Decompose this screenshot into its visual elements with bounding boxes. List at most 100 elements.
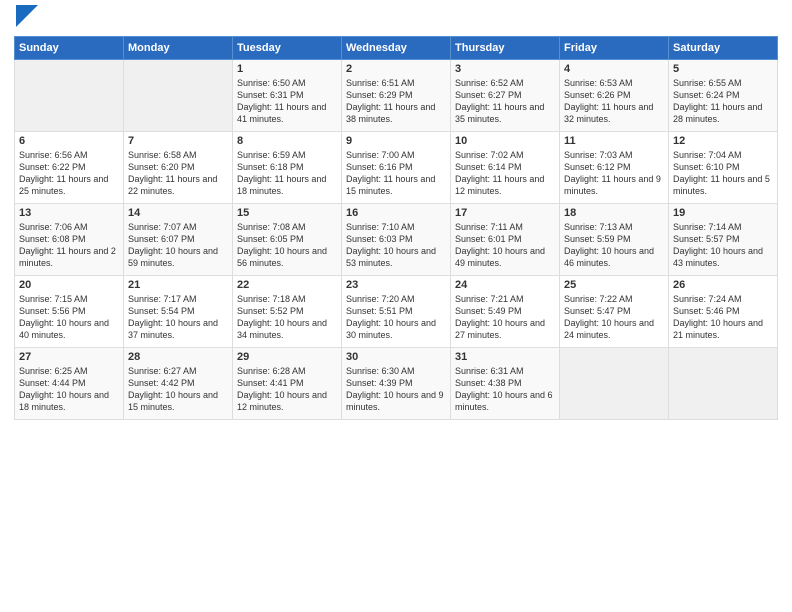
- calendar-cell: 19Sunrise: 7:14 AM Sunset: 5:57 PM Dayli…: [669, 203, 778, 275]
- calendar-cell: [669, 347, 778, 419]
- calendar-cell: 30 Sunrise: 6:30 AM Sunset: 4:39 PM Dayli…: [342, 347, 451, 419]
- day-content: Sunrise: 6:25 AM Sunset: 4:44 PM Dayligh…: [19, 365, 119, 414]
- calendar-week-1: 1 Sunrise: 6:50 AM Sunset: 6:31 PM Daylig…: [15, 59, 778, 131]
- day-content: Sunrise: 6:55 AM Sunset: 6:24 PM Dayligh…: [673, 77, 773, 126]
- day-number: 7: [128, 135, 228, 147]
- calendar-cell: 18 Sunrise: 7:13 AM Sunset: 5:59 PM Dayli…: [560, 203, 669, 275]
- calendar-cell: 22Sunrise: 7:18 AM Sunset: 5:52 PM Dayli…: [233, 275, 342, 347]
- day-content: Sunrise: 7:18 AM Sunset: 5:52 PM Dayligh…: [237, 293, 337, 342]
- day-number: 5: [673, 63, 773, 75]
- day-content: Sunrise: 7:06 AM Sunset: 6:08 PM Dayligh…: [19, 221, 119, 270]
- calendar-cell: [15, 59, 124, 131]
- day-content: Sunrise: 6:30 AM Sunset: 4:39 PM Dayligh…: [346, 365, 446, 414]
- day-number: 11: [564, 135, 664, 147]
- day-number: 21: [128, 279, 228, 291]
- day-number: 24: [455, 279, 555, 291]
- day-number: 6: [19, 135, 119, 147]
- day-number: 4: [564, 63, 664, 75]
- calendar-cell: 3 Sunrise: 6:52 AM Sunset: 6:27 PM Daylig…: [451, 59, 560, 131]
- calendar-cell: 9Sunrise: 7:00 AM Sunset: 6:16 PM Daylig…: [342, 131, 451, 203]
- day-header-monday: Monday: [124, 36, 233, 59]
- day-number: 17: [455, 207, 555, 219]
- calendar-cell: 11 Sunrise: 7:03 AM Sunset: 6:12 PM Dayli…: [560, 131, 669, 203]
- day-number: 14: [128, 207, 228, 219]
- calendar-cell: [124, 59, 233, 131]
- day-content: Sunrise: 7:17 AM Sunset: 5:54 PM Dayligh…: [128, 293, 228, 342]
- calendar-cell: 15 Sunrise: 7:08 AM Sunset: 6:05 PM Dayli…: [233, 203, 342, 275]
- day-content: Sunrise: 6:50 AM Sunset: 6:31 PM Dayligh…: [237, 77, 337, 126]
- day-header-friday: Friday: [560, 36, 669, 59]
- calendar-week-3: 13 Sunrise: 7:06 AM Sunset: 6:08 PM Dayli…: [15, 203, 778, 275]
- day-number: 31: [455, 351, 555, 363]
- day-number: 26: [673, 279, 773, 291]
- calendar-cell: 12 Sunrise: 7:04 AM Sunset: 6:10 PM Dayli…: [669, 131, 778, 203]
- day-content: Sunrise: 6:31 AM Sunset: 4:38 PM Dayligh…: [455, 365, 555, 414]
- calendar-cell: 2 Sunrise: 6:51 AM Sunset: 6:29 PM Daylig…: [342, 59, 451, 131]
- day-header-thursday: Thursday: [451, 36, 560, 59]
- calendar-cell: 16 Sunrise: 7:10 AM Sunset: 6:03 PM Dayli…: [342, 203, 451, 275]
- calendar-cell: 6 Sunrise: 6:56 AM Sunset: 6:22 PM Daylig…: [15, 131, 124, 203]
- day-number: 28: [128, 351, 228, 363]
- day-number: 29: [237, 351, 337, 363]
- day-content: Sunrise: 7:20 AM Sunset: 5:51 PM Dayligh…: [346, 293, 446, 342]
- calendar-cell: 10 Sunrise: 7:02 AM Sunset: 6:14 PM Dayli…: [451, 131, 560, 203]
- day-content: Sunrise: 7:14 AM Sunset: 5:57 PM Dayligh…: [673, 221, 773, 270]
- calendar-table: SundayMondayTuesdayWednesdayThursdayFrid…: [14, 36, 778, 420]
- page-header: [14, 10, 778, 30]
- calendar-cell: 4 Sunrise: 6:53 AM Sunset: 6:26 PM Daylig…: [560, 59, 669, 131]
- calendar-cell: 28 Sunrise: 6:27 AM Sunset: 4:42 PM Dayli…: [124, 347, 233, 419]
- day-number: 2: [346, 63, 446, 75]
- calendar-week-5: 27 Sunrise: 6:25 AM Sunset: 4:44 PM Dayli…: [15, 347, 778, 419]
- day-content: Sunrise: 6:52 AM Sunset: 6:27 PM Dayligh…: [455, 77, 555, 126]
- day-number: 27: [19, 351, 119, 363]
- calendar-cell: 13 Sunrise: 7:06 AM Sunset: 6:08 PM Dayli…: [15, 203, 124, 275]
- day-content: Sunrise: 7:04 AM Sunset: 6:10 PM Dayligh…: [673, 149, 773, 198]
- day-number: 20: [19, 279, 119, 291]
- day-number: 18: [564, 207, 664, 219]
- day-header-saturday: Saturday: [669, 36, 778, 59]
- day-number: 10: [455, 135, 555, 147]
- calendar-body: 1 Sunrise: 6:50 AM Sunset: 6:31 PM Daylig…: [15, 59, 778, 419]
- day-number: 30: [346, 351, 446, 363]
- calendar-cell: 24 Sunrise: 7:21 AM Sunset: 5:49 PM Dayli…: [451, 275, 560, 347]
- day-header-wednesday: Wednesday: [342, 36, 451, 59]
- calendar-header-row: SundayMondayTuesdayWednesdayThursdayFrid…: [15, 36, 778, 59]
- day-content: Sunrise: 7:22 AM Sunset: 5:47 PM Dayligh…: [564, 293, 664, 342]
- logo: [14, 10, 38, 30]
- day-number: 1: [237, 63, 337, 75]
- day-content: Sunrise: 6:56 AM Sunset: 6:22 PM Dayligh…: [19, 149, 119, 198]
- day-content: Sunrise: 7:13 AM Sunset: 5:59 PM Dayligh…: [564, 221, 664, 270]
- calendar-cell: 20 Sunrise: 7:15 AM Sunset: 5:56 PM Dayli…: [15, 275, 124, 347]
- day-header-sunday: Sunday: [15, 36, 124, 59]
- day-number: 13: [19, 207, 119, 219]
- calendar-cell: 17 Sunrise: 7:11 AM Sunset: 6:01 PM Dayli…: [451, 203, 560, 275]
- day-number: 25: [564, 279, 664, 291]
- day-content: Sunrise: 6:27 AM Sunset: 4:42 PM Dayligh…: [128, 365, 228, 414]
- day-content: Sunrise: 7:11 AM Sunset: 6:01 PM Dayligh…: [455, 221, 555, 270]
- calendar-cell: [560, 347, 669, 419]
- day-number: 16: [346, 207, 446, 219]
- day-content: Sunrise: 6:53 AM Sunset: 6:26 PM Dayligh…: [564, 77, 664, 126]
- day-content: Sunrise: 7:02 AM Sunset: 6:14 PM Dayligh…: [455, 149, 555, 198]
- calendar-cell: 8Sunrise: 6:59 AM Sunset: 6:18 PM Daylig…: [233, 131, 342, 203]
- day-number: 3: [455, 63, 555, 75]
- day-content: Sunrise: 7:15 AM Sunset: 5:56 PM Dayligh…: [19, 293, 119, 342]
- day-number: 9: [346, 135, 446, 147]
- day-number: 8: [237, 135, 337, 147]
- day-number: 15: [237, 207, 337, 219]
- calendar-cell: 14Sunrise: 7:07 AM Sunset: 6:07 PM Dayli…: [124, 203, 233, 275]
- day-content: Sunrise: 6:58 AM Sunset: 6:20 PM Dayligh…: [128, 149, 228, 198]
- day-content: Sunrise: 7:03 AM Sunset: 6:12 PM Dayligh…: [564, 149, 664, 198]
- logo-icon: [16, 5, 38, 27]
- day-content: Sunrise: 6:51 AM Sunset: 6:29 PM Dayligh…: [346, 77, 446, 126]
- calendar-cell: 7 Sunrise: 6:58 AM Sunset: 6:20 PM Daylig…: [124, 131, 233, 203]
- calendar-cell: 1 Sunrise: 6:50 AM Sunset: 6:31 PM Daylig…: [233, 59, 342, 131]
- day-number: 12: [673, 135, 773, 147]
- calendar-week-2: 6 Sunrise: 6:56 AM Sunset: 6:22 PM Daylig…: [15, 131, 778, 203]
- day-content: Sunrise: 7:21 AM Sunset: 5:49 PM Dayligh…: [455, 293, 555, 342]
- day-content: Sunrise: 7:24 AM Sunset: 5:46 PM Dayligh…: [673, 293, 773, 342]
- calendar-cell: 31 Sunrise: 6:31 AM Sunset: 4:38 PM Dayli…: [451, 347, 560, 419]
- day-content: Sunrise: 7:08 AM Sunset: 6:05 PM Dayligh…: [237, 221, 337, 270]
- day-content: Sunrise: 7:10 AM Sunset: 6:03 PM Dayligh…: [346, 221, 446, 270]
- day-number: 23: [346, 279, 446, 291]
